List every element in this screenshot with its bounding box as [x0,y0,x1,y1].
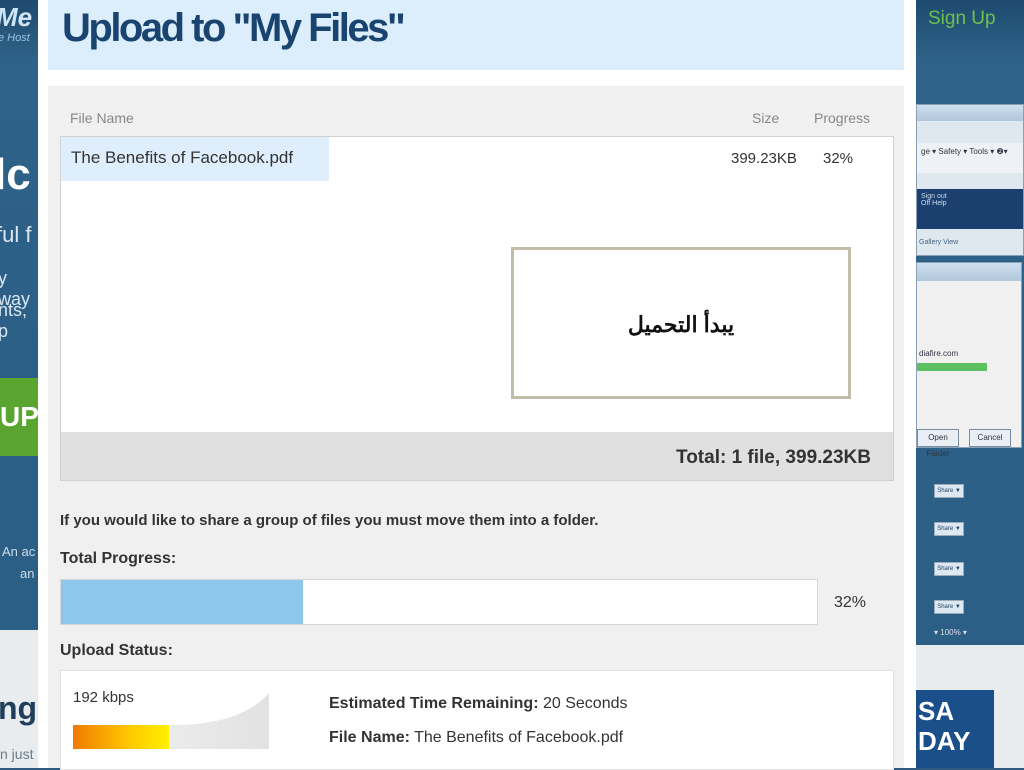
browser-window-fragment: ge ▾ Safety ▾ Tools ▾ ❷▾ Sign out Off He… [916,104,1024,256]
upload-status-label: Upload Status: [60,642,173,659]
total-summary-text: Total: 1 file, 399.23KB [676,447,871,468]
sign-out-link: Sign out [921,193,947,200]
eta-label: Estimated Time Remaining: [329,695,539,712]
open-folder-button: Open Folder [917,429,959,458]
subheadline-fragment: ful f [0,222,32,247]
site-nav-fragment: Sign out Off Help [917,189,1023,229]
total-progress-bar [60,579,818,625]
window-titlebar [917,105,1023,121]
toolbar-menu-text: ge ▾ Safety ▾ Tools ▾ ❷▾ [921,147,1008,156]
column-header-size: Size [752,110,780,126]
site-logo-fragment: Me [0,2,33,32]
column-header-file-name: File Name [70,110,134,126]
sign-up-link: Sign Up [928,8,996,29]
share-button: Share ▼ [934,484,964,498]
file-row-size: 399.23KB [731,150,797,167]
file-row-progress: 32% [823,150,854,167]
text-fragment-2: nts, p [0,300,28,341]
total-progress-percent: 32% [834,594,867,611]
status-file-name: File Name: The Benefits of Facebook.pdf [329,729,623,747]
callout-text: يبدأ التحميل [627,312,735,337]
upload-status-box: 192 kbps Estimated Time Remaining: 20 Se… [60,670,894,770]
dialog-titlebar [917,263,1021,281]
zoom-level-text: ▾ 100% ▾ [934,628,967,637]
cancel-download-button: Cancel [969,429,1011,447]
total-progress-label: Total Progress: [60,550,177,567]
download-domain-text: diafire.com [919,349,959,358]
file-name-label: File Name: [329,729,410,746]
speed-meter-fill [73,725,169,749]
dialog-title: Upload to "My Files" [62,6,406,50]
estimated-time-remaining: Estimated Time Remaining: 20 Seconds [329,695,627,713]
eta-value: 20 Seconds [538,695,628,712]
column-header-progress: Progress [814,110,871,126]
speed-meter-graphic [73,693,269,749]
share-button: Share ▼ [934,522,964,536]
share-button: Share ▼ [934,600,964,614]
download-dialog-fragment: diafire.com Open Folder Cancel [916,262,1022,458]
welcome-headline-fragment: lc [0,150,31,199]
text-fragment-6: n just [0,746,34,762]
total-summary-bar: Total: 1 file, 399.23KB [60,432,894,481]
upload-cta-button: UP [0,378,38,456]
ad-banner-fragment: SA DAY [916,690,994,768]
total-progress-fill [61,580,303,624]
download-progress-bar [917,363,987,371]
file-name-value: The Benefits of Facebook.pdf [409,729,624,746]
text-fragment-4: an [20,566,35,581]
background-page-left: Me e Host lc ful f y way nts, p UP An ac… [0,0,38,768]
gallery-view-link: Gallery View [919,239,959,246]
file-row-name[interactable]: The Benefits of Facebook.pdf [71,148,293,168]
upload-dialog: Upload to "My Files" File Name Size Prog… [38,0,916,770]
help-link: Off Help [921,200,947,207]
site-logo-subtitle: e Host [0,32,30,44]
background-page-right: Sign Up ge ▾ Safety ▾ Tools ▾ ❷▾ Sign ou… [916,0,1024,768]
upload-panel: File Name Size Progress The Benefits of … [48,86,904,770]
annotation-callout: يبدأ التحميل [511,247,851,399]
text-fragment-5: ng [0,690,38,726]
dialog-header: Upload to "My Files" [48,0,904,70]
browser-toolbar: ge ▾ Safety ▾ Tools ▾ ❷▾ [917,143,1023,173]
share-button: Share ▼ [934,562,964,576]
text-fragment-3: An ac [2,544,36,559]
share-folder-note: If you would like to share a group of fi… [60,512,599,529]
file-list: The Benefits of Facebook.pdf 399.23KB 32… [60,136,894,434]
